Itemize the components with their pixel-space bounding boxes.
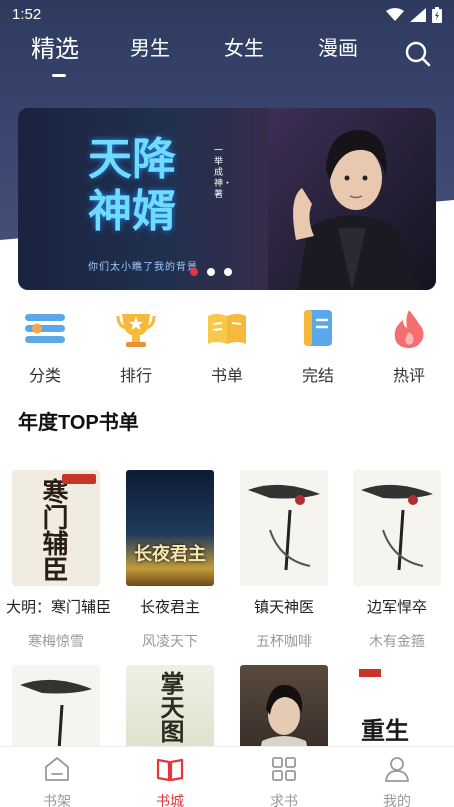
- tab-male[interactable]: 男生: [130, 32, 170, 61]
- banner-pagination: [190, 268, 232, 276]
- tab-featured[interactable]: 精选: [31, 29, 79, 64]
- nav-bookshelf[interactable]: 书架: [27, 755, 87, 807]
- tab-female[interactable]: 女生: [224, 32, 264, 61]
- book-cover: [353, 470, 441, 586]
- signal-icon: [410, 8, 426, 22]
- quick-nav-label: 书单: [210, 368, 243, 385]
- completed-icon: [304, 310, 332, 346]
- cover-ink-art: [248, 484, 320, 571]
- banner-tagline: 你们太小瞧了我的背景: [88, 262, 198, 273]
- status-bar: 1:52: [0, 0, 454, 30]
- bookstore-page: 1:52 精选 男生 女生 漫画 天降神婿 一举成神・著 你们太小瞧了我的背景: [0, 0, 454, 807]
- publisher-logo: [62, 474, 96, 484]
- book-title: 大明：寒门辅臣: [6, 599, 112, 616]
- wifi-icon: [386, 8, 404, 21]
- quick-nav-category[interactable]: 分类: [15, 306, 75, 386]
- banner-author: 一举成神・著: [214, 146, 233, 200]
- request-book-icon: [272, 757, 296, 781]
- book-card[interactable]: 边军悍卒 木有金箍: [347, 470, 447, 651]
- quick-nav-label: 分类: [28, 368, 61, 385]
- book-cover: 长夜君主: [126, 470, 214, 586]
- quick-nav-completed[interactable]: 完结: [288, 306, 348, 386]
- quick-nav: 分类 排行 书单 完结 热评: [0, 300, 454, 390]
- search-icon[interactable]: [404, 40, 432, 68]
- tab-comics[interactable]: 漫画: [318, 32, 358, 61]
- nav-profile[interactable]: 我的: [367, 755, 427, 807]
- banner-dot[interactable]: [190, 268, 198, 276]
- tab-indicator: [52, 74, 66, 77]
- quick-nav-booklist[interactable]: 书单: [197, 306, 257, 386]
- banner-dot[interactable]: [207, 268, 215, 276]
- cover-ink-art: [361, 484, 433, 571]
- book-card[interactable]: 寒门辅臣 大明：寒门辅臣 寒梅惊雪: [6, 470, 112, 651]
- quick-nav-hot-comments[interactable]: 热评: [379, 306, 439, 386]
- book-title: 长夜君主: [139, 599, 200, 616]
- quick-nav-label: 排行: [119, 368, 152, 385]
- quick-nav-label: 热评: [392, 368, 425, 385]
- book-title: 镇天神医: [253, 599, 314, 616]
- nav-label: 书城: [156, 793, 184, 807]
- nav-request-book[interactable]: 求书: [254, 755, 314, 807]
- character-illustration: [268, 108, 436, 290]
- trophy-icon: [116, 314, 156, 347]
- category-icon: [25, 314, 65, 343]
- section-title: 年度TOP书单: [18, 412, 139, 434]
- book-title: 边军悍卒: [366, 599, 427, 616]
- book-card[interactable]: 镇天神医 五杯咖啡: [234, 470, 334, 651]
- book-author: 寒梅惊雪: [28, 633, 84, 649]
- cover-title: 掌天图: [156, 671, 185, 743]
- bottom-nav: 书架 书城 求书 我的: [0, 746, 454, 807]
- book-author: 木有金箍: [369, 633, 425, 649]
- book-cover: 寒门辅臣: [12, 470, 100, 586]
- quick-nav-label: 完结: [301, 368, 334, 385]
- book-cover: [240, 470, 328, 586]
- banner-title: 天降神婿: [88, 134, 176, 237]
- status-time: 1:52: [12, 6, 42, 23]
- cover-title: 寒门辅臣: [38, 478, 68, 582]
- hot-comment-icon: [394, 310, 424, 348]
- promo-banner[interactable]: 天降神婿 一举成神・著 你们太小瞧了我的背景: [18, 108, 436, 290]
- battery-icon: [432, 7, 442, 23]
- bookshelf-icon: [45, 757, 69, 781]
- publisher-logo: [359, 669, 381, 677]
- cover-title: 重生: [361, 716, 409, 745]
- category-tabs: 精选 男生 女生 漫画: [0, 32, 454, 82]
- book-author: 风凌天下: [142, 633, 198, 649]
- quick-nav-ranking[interactable]: 排行: [106, 306, 166, 386]
- nav-label: 我的: [383, 793, 411, 807]
- nav-label: 书架: [43, 793, 71, 807]
- nav-bookstore[interactable]: 书城: [140, 755, 200, 807]
- cover-title: 长夜君主: [134, 544, 206, 565]
- book-author: 五杯咖啡: [256, 633, 312, 649]
- banner-dot[interactable]: [224, 268, 232, 276]
- nav-label: 求书: [270, 793, 298, 807]
- book-list-icon: [208, 314, 246, 344]
- status-icons: [386, 7, 442, 23]
- bookstore-icon: [156, 758, 184, 782]
- profile-icon: [385, 757, 409, 782]
- book-card[interactable]: 长夜君主 长夜君主 风凌天下: [120, 470, 220, 651]
